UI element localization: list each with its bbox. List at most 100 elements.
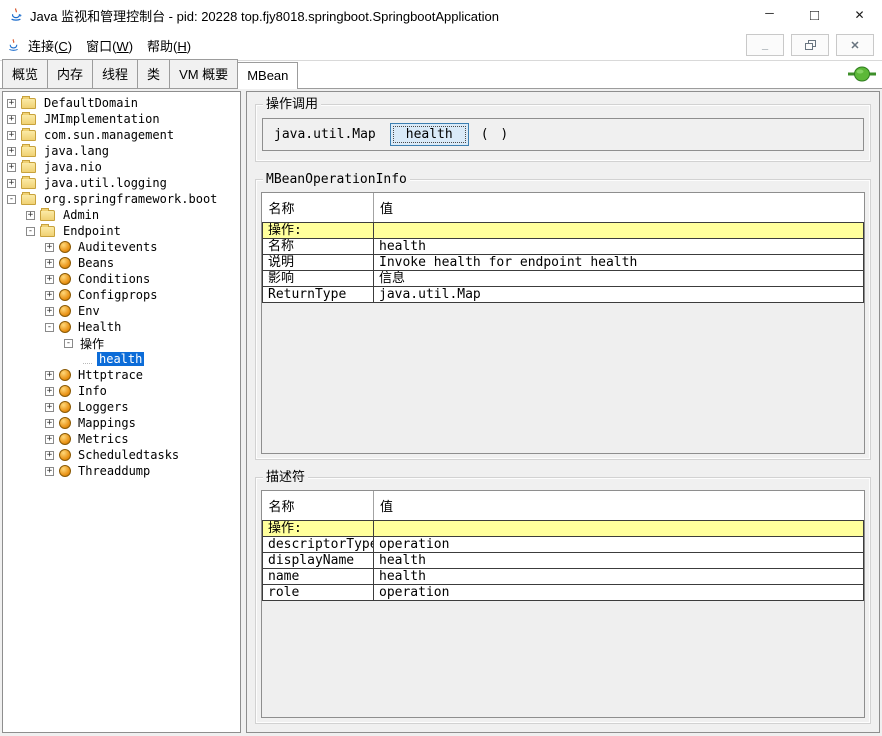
tree-item-JMImplementation[interactable]: +JMImplementation — [3, 111, 240, 127]
collapse-icon[interactable]: - — [26, 227, 35, 236]
tree-item-操作[interactable]: -操作 — [3, 335, 240, 351]
tree-item-DefaultDomain[interactable]: +DefaultDomain — [3, 95, 240, 111]
table-row[interactable]: 说明Invoke health for endpoint health — [263, 255, 864, 271]
tree-item-java.util.logging[interactable]: +java.util.logging — [3, 175, 240, 191]
column-header-value[interactable]: 值 — [374, 491, 864, 521]
tab-classes[interactable]: 类 — [137, 59, 170, 88]
tab-memory[interactable]: 内存 — [47, 59, 93, 88]
column-header-value[interactable]: 值 — [374, 193, 864, 223]
expand-icon[interactable]: + — [45, 467, 54, 476]
tree-item-Scheduledtasks[interactable]: +Scheduledtasks — [3, 447, 240, 463]
menu-item-window[interactable]: 窗口(W) — [79, 32, 140, 59]
minimize-button[interactable]: ─ — [747, 0, 792, 30]
expand-icon[interactable]: + — [45, 371, 54, 380]
cell-value[interactable]: operation — [374, 585, 864, 601]
cell-value[interactable]: 信息 — [374, 271, 864, 287]
table-row[interactable]: 影响信息 — [263, 271, 864, 287]
tree-item-java.nio[interactable]: +java.nio — [3, 159, 240, 175]
tree-item-Configprops[interactable]: +Configprops — [3, 287, 240, 303]
tree-item-Admin[interactable]: + Admin — [3, 207, 240, 223]
table-row[interactable]: 操作: — [263, 223, 864, 239]
table-row[interactable]: ReturnTypejava.util.Map — [263, 287, 864, 303]
expand-icon[interactable]: + — [45, 451, 54, 460]
tab-threads[interactable]: 线程 — [92, 59, 138, 88]
tree-item-Beans[interactable]: +Beans — [3, 255, 240, 271]
tree-item-Threaddump[interactable]: +Threaddump — [3, 463, 240, 479]
tree-item-org.springframework.boot[interactable]: -org.springframework.boot — [3, 191, 240, 207]
expand-icon[interactable]: + — [26, 211, 35, 220]
table-row[interactable]: namehealth — [263, 569, 864, 585]
expand-icon[interactable]: + — [45, 243, 54, 252]
tree-item-Env[interactable]: +Env — [3, 303, 240, 319]
expand-icon[interactable]: + — [7, 163, 16, 172]
maximize-button[interactable]: □ — [792, 0, 837, 30]
expand-icon[interactable]: + — [7, 179, 16, 188]
collapse-icon[interactable]: - — [64, 339, 73, 348]
collapse-icon[interactable]: - — [7, 195, 16, 204]
tree-item-com.sun.management[interactable]: + com.sun.management — [3, 127, 240, 143]
expand-icon[interactable]: + — [45, 403, 54, 412]
cell-name[interactable]: 名称 — [263, 239, 374, 255]
cell-name[interactable]: displayName — [263, 553, 374, 569]
cell-value[interactable] — [374, 521, 864, 537]
tree-item-Info[interactable]: +Info — [3, 383, 240, 399]
expand-icon[interactable]: + — [45, 435, 54, 444]
cell-name[interactable]: 操作: — [263, 223, 374, 239]
menu-item-connection[interactable]: 连接(C) — [21, 32, 79, 59]
cell-name[interactable]: name — [263, 569, 374, 585]
cell-name[interactable]: descriptorType — [263, 537, 374, 553]
cell-name[interactable]: 影响 — [263, 271, 374, 287]
expand-icon[interactable]: + — [45, 291, 54, 300]
table-row[interactable]: roleoperation — [263, 585, 864, 601]
cell-value[interactable]: health — [374, 239, 864, 255]
tab-vm-summary[interactable]: VM 概要 — [169, 59, 238, 88]
cell-value[interactable] — [374, 223, 864, 239]
cell-value[interactable]: Invoke health for endpoint health — [374, 255, 864, 271]
table-row[interactable]: 操作: — [263, 521, 864, 537]
tab-overview[interactable]: 概览 — [2, 59, 48, 88]
frame-minimize-button[interactable]: _ — [746, 34, 784, 56]
cell-name[interactable]: ReturnType — [263, 287, 374, 303]
column-header-name[interactable]: 名称 — [263, 491, 374, 521]
cell-name[interactable]: role — [263, 585, 374, 601]
tree-item-Auditevents[interactable]: +Auditevents — [3, 239, 240, 255]
expand-icon[interactable]: + — [45, 419, 54, 428]
cell-value[interactable]: java.util.Map — [374, 287, 864, 303]
tree-item-label: com.sun.management — [42, 128, 176, 142]
tree-item-Endpoint[interactable]: -Endpoint — [3, 223, 240, 239]
expand-icon[interactable]: + — [7, 99, 16, 108]
cell-name[interactable]: 操作: — [263, 521, 374, 537]
expand-icon[interactable]: + — [7, 115, 16, 124]
tree-item-Health[interactable]: -Health — [3, 319, 240, 335]
tree-item-Httptrace[interactable]: +Httptrace — [3, 367, 240, 383]
tree-item-label: Admin — [61, 208, 101, 222]
table-row[interactable]: descriptorTypeoperation — [263, 537, 864, 553]
tree-item-Mappings[interactable]: +Mappings — [3, 415, 240, 431]
cell-name[interactable]: 说明 — [263, 255, 374, 271]
tree-item-health[interactable]: health — [3, 351, 240, 367]
expand-icon[interactable]: + — [45, 307, 54, 316]
menu-item-help[interactable]: 帮助(H) — [140, 32, 198, 59]
expand-icon[interactable]: + — [45, 387, 54, 396]
expand-icon[interactable]: + — [7, 147, 16, 156]
cell-value[interactable]: operation — [374, 537, 864, 553]
cell-value[interactable]: health — [374, 553, 864, 569]
table-row[interactable]: displayNamehealth — [263, 553, 864, 569]
expand-icon[interactable]: + — [45, 275, 54, 284]
expand-icon[interactable]: + — [7, 131, 16, 140]
frame-close-button[interactable]: ✕ — [836, 34, 874, 56]
close-button[interactable]: ✕ — [837, 0, 882, 30]
column-header-name[interactable]: 名称 — [263, 193, 374, 223]
descriptor-table: 名称 值 操作:descriptorTypeoperationdisplayNa… — [262, 491, 864, 601]
expand-icon[interactable]: + — [45, 259, 54, 268]
tab-mbean[interactable]: MBean — [237, 62, 298, 88]
frame-restore-button[interactable] — [791, 34, 829, 56]
tree-item-Metrics[interactable]: +Metrics — [3, 431, 240, 447]
collapse-icon[interactable]: - — [45, 323, 54, 332]
tree-item-Conditions[interactable]: +Conditions — [3, 271, 240, 287]
tree-item-java.lang[interactable]: +java.lang — [3, 143, 240, 159]
tree-item-Loggers[interactable]: +Loggers — [3, 399, 240, 415]
table-row[interactable]: 名称health — [263, 239, 864, 255]
health-operation-button[interactable]: health — [390, 123, 469, 146]
cell-value[interactable]: health — [374, 569, 864, 585]
